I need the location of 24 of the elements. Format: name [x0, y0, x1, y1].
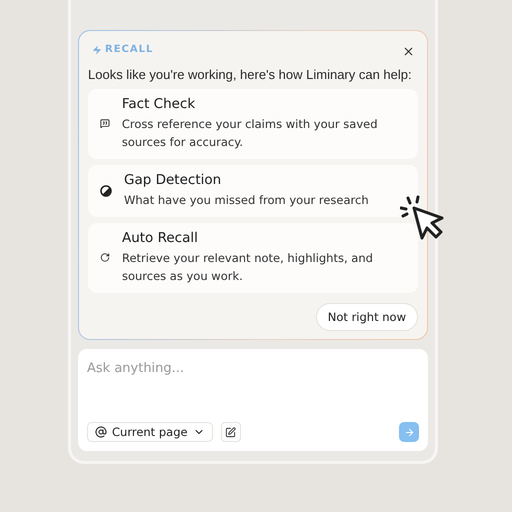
- feature-title: Gap Detection: [124, 172, 222, 188]
- comment-icon: [100, 117, 110, 130]
- feature-title: Fact Check: [122, 96, 196, 112]
- feature-description: What have you missed from your research: [124, 192, 369, 209]
- arrow-right-icon: [404, 426, 414, 438]
- lightning-icon: [92, 44, 102, 54]
- recall-label: RECALL: [92, 44, 154, 55]
- close-button[interactable]: [402, 45, 415, 58]
- feature-description: Retrieve your relevant note, highlights, and sources as you work.: [122, 250, 374, 285]
- dismiss-button[interactable]: Not right now: [316, 303, 418, 331]
- feature-title: Auto Recall: [122, 230, 199, 246]
- intro-text: Looks like you're working, here's how Liminary can help:: [88, 67, 413, 82]
- feature-card[interactable]: Gap Detection What have you missed from your research: [88, 165, 418, 217]
- context-dropdown[interactable]: Current page: [87, 422, 213, 442]
- feature-description: Cross reference your claims with your saved sources for accuracy.: [122, 116, 378, 151]
- ask-field[interactable]: Ask anything...: [87, 361, 419, 376]
- refresh-icon: [100, 251, 110, 264]
- close-icon: [402, 45, 415, 58]
- feature-card[interactable]: Fact Check Cross reference your claims with your saved sources for accuracy.: [88, 89, 418, 159]
- feature-card[interactable]: Auto Recall Retrieve your relevant note, highlights, and sources as you work.: [88, 223, 418, 293]
- half-circle-icon: [100, 184, 112, 196]
- edit-button[interactable]: [220, 422, 241, 442]
- edit-icon: [225, 426, 236, 438]
- at-sign-icon: [95, 426, 107, 438]
